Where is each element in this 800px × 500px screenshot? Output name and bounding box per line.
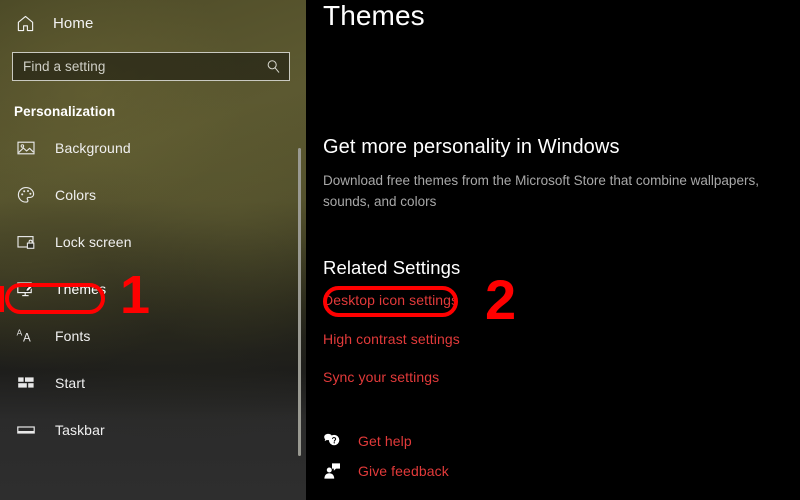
sidebar-item-fonts-label: Fonts — [55, 328, 91, 344]
taskbar-icon — [16, 420, 36, 440]
sidebar-item-lock-screen-label: Lock screen — [55, 234, 132, 250]
settings-window: Home Find a setting Personalization Back… — [0, 0, 800, 500]
help-bubble-icon — [323, 432, 341, 450]
sidebar-nav: Background Colors Lock screen Themes A A… — [0, 133, 306, 445]
sidebar-item-home[interactable]: Home — [0, 6, 306, 40]
sidebar-item-themes[interactable]: Themes — [0, 274, 306, 304]
feedback-person-icon — [323, 462, 341, 480]
sidebar-scrollbar[interactable] — [298, 148, 301, 456]
sidebar-item-background-label: Background — [55, 140, 131, 156]
link-get-help-label: Get help — [358, 433, 412, 449]
lock-screen-icon — [16, 232, 36, 252]
palette-icon — [16, 185, 36, 205]
search-icon — [266, 59, 281, 74]
home-icon — [16, 14, 35, 33]
settings-main-panel: Themes Get more personality in Windows D… — [306, 0, 800, 500]
sidebar-item-fonts[interactable]: A A Fonts — [0, 321, 306, 351]
related-settings-heading: Related Settings — [323, 257, 461, 278]
link-give-feedback-label: Give feedback — [358, 463, 449, 479]
sidebar-item-background[interactable]: Background — [0, 133, 306, 163]
sidebar-item-taskbar-label: Taskbar — [55, 422, 105, 438]
sidebar-item-start-label: Start — [55, 375, 86, 391]
page-title: Themes — [323, 0, 425, 31]
themes-icon — [16, 279, 36, 299]
svg-text:A: A — [17, 327, 23, 337]
sidebar-item-taskbar[interactable]: Taskbar — [0, 415, 306, 445]
link-high-contrast-settings[interactable]: High contrast settings — [323, 331, 460, 347]
settings-sidebar: Home Find a setting Personalization Back… — [0, 0, 306, 500]
sidebar-item-colors-label: Colors — [55, 187, 97, 203]
sidebar-item-themes-label: Themes — [55, 281, 107, 297]
sidebar-item-lock-screen[interactable]: Lock screen — [0, 227, 306, 257]
start-icon — [16, 373, 36, 393]
search-placeholder: Find a setting — [23, 59, 106, 74]
promo-heading: Get more personality in Windows — [323, 136, 620, 158]
svg-text:A: A — [23, 331, 31, 344]
sidebar-item-colors[interactable]: Colors — [0, 180, 306, 210]
search-input[interactable]: Find a setting — [12, 52, 290, 81]
sidebar-item-home-label: Home — [53, 14, 94, 32]
link-give-feedback[interactable]: Give feedback — [323, 462, 449, 480]
fonts-icon: A A — [16, 326, 36, 346]
sidebar-item-start[interactable]: Start — [0, 368, 306, 398]
link-sync-your-settings[interactable]: Sync your settings — [323, 369, 439, 385]
picture-icon — [16, 138, 36, 158]
link-desktop-icon-settings[interactable]: Desktop icon settings — [323, 292, 458, 308]
link-get-help[interactable]: Get help — [323, 432, 412, 450]
sidebar-category-heading: Personalization — [14, 104, 116, 119]
promo-description: Download free themes from the Microsoft … — [323, 173, 759, 209]
